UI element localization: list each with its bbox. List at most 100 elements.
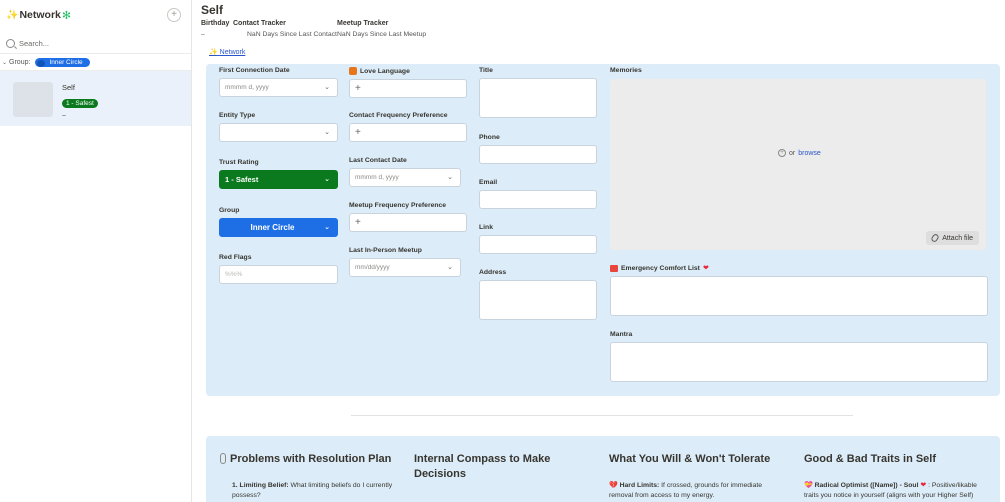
field-emergency-comfort: Emergency Comfort List ❤ [610,264,988,316]
meetup-frequency-add[interactable]: + [349,213,467,232]
field-label-text: Love Language [360,67,410,75]
sos-icon [610,264,618,272]
field-label: Last Contact Date [349,157,407,164]
field-label: Title [479,67,493,74]
callout-problems: Problems with Resolution Plan 1. Limitin… [220,452,400,500]
network-link[interactable]: ✨ Network [209,48,245,56]
list-item[interactable]: Self 1 - Safest – [0,71,191,126]
love-language-icon [349,67,357,75]
chevron-down-icon: ⌄ [324,176,330,183]
sidebar-header: ✨ Network ✻ [0,0,191,30]
properties-panel: First Connection Date mmmm d, yyyy ⌄ Ent… [206,64,1000,396]
select-value: Inner Circle [250,223,295,232]
input-placeholder: %%% [225,271,243,278]
search-icon [6,39,15,48]
field-last-meetup: Last In-Person Meetup mm/dd/yyyy ⌄ [349,247,461,277]
field-contact-frequency: Contact Frequency Preference + [349,112,467,142]
browse-link[interactable]: browse [798,150,821,157]
memories-dropzone[interactable]: + or browse Attach file [610,79,986,250]
sparkles-icon: ✨ [209,49,218,56]
heart-icon: 💝 [804,482,813,490]
link-input[interactable] [479,235,597,254]
field-love-language: Love Language + [349,67,467,98]
field-label: Meetup Frequency Preference [349,202,447,209]
field-label: Mantra [610,331,633,338]
network-link-label: Network [219,49,246,56]
avatar [13,82,53,117]
field-label: Email [479,179,498,186]
prop-label: Meetup Tracker [337,20,389,27]
chevron-down-icon: ⌄ [2,60,8,66]
field-address: Address [479,269,597,320]
love-language-add[interactable]: + [349,79,467,98]
last-contact-date-input[interactable]: mmmm d, yyyy ⌄ [349,168,461,187]
field-meetup-frequency: Meetup Frequency Preference + [349,202,467,232]
sidebar-title[interactable]: ✨ Network ✻ [6,9,71,22]
field-memories: Memories [610,67,642,74]
callout-text: 💝 Radical Optimist ([Name]) - Soul ❤ : P… [804,481,989,500]
email-field[interactable] [479,190,597,209]
callout-traits: Good & Bad Traits in Self 💝 Radical Opti… [804,452,989,501]
field-label: Memories [610,67,642,74]
red-flags-input[interactable]: %%% [219,265,338,284]
sidebar: ✨ Network ✻ + ⌄ Group: Inner Circle Self… [0,0,192,502]
prop-value: – [201,31,205,38]
trust-rating-select[interactable]: 1 - Safest ⌄ [219,170,338,189]
field-mantra: Mantra [610,331,988,382]
list-item-meta: – [62,112,66,119]
callout-text: 1. Limiting Belief: What limiting belief… [220,481,400,500]
chevron-down-icon: ⌄ [447,264,453,271]
callout-text-bold: Radical Optimist ([Name]) - Soul [814,482,919,490]
list-item-name: Self [62,83,75,92]
search-bar [0,34,191,54]
field-label: Trust Rating [219,159,259,166]
field-label: Love Language [349,67,467,75]
attach-file-button[interactable]: Attach file [926,231,979,245]
date-placeholder: mmmm d, yyyy [225,84,269,91]
search-input[interactable] [19,39,169,48]
address-input[interactable] [479,280,597,320]
field-label-text: Emergency Comfort List [621,264,700,272]
heart-icon: ❤ [702,265,709,272]
sparkles-icon: ✨ [6,9,19,21]
first-connection-date-input[interactable]: mmmm d, yyyy ⌄ [219,78,338,97]
callout-heading: Problems with Resolution Plan [220,452,400,467]
group-filter-label: Group: [9,59,31,66]
field-last-contact: Last Contact Date mmmm d, yyyy ⌄ [349,157,461,187]
last-meetup-date-input[interactable]: mm/dd/yyyy ⌄ [349,258,461,277]
prop-label: Contact Tracker [233,20,286,27]
properties-row: Birthday – Contact Tracker NaN Days Sinc… [201,20,426,38]
chevron-down-icon: ⌄ [324,129,330,136]
field-phone: Phone [479,134,597,164]
prop-value: NaN Days Since Last Contact [247,31,337,38]
entity-type-select[interactable]: ⌄ [219,123,338,142]
field-label: Group [219,207,240,214]
callout-heading: Good & Bad Traits in Self [804,453,937,465]
heart-icon: 💔 [609,482,618,490]
field-red-flags: Red Flags %%% [219,254,338,284]
callout-heading: What You Will & Won't Tolerate [609,453,771,465]
chevron-down-icon: ⌄ [447,174,453,181]
prop-contact-tracker: Contact Tracker NaN Days Since Last Cont… [233,20,337,38]
contact-frequency-add[interactable]: + [349,123,467,142]
add-circle-icon: + [778,149,786,157]
mantra-input[interactable] [610,342,988,382]
add-button[interactable]: + [167,8,181,22]
date-placeholder: mmmm d, yyyy [355,174,399,181]
title-input[interactable] [479,78,597,118]
field-entity-type: Entity Type ⌄ [219,112,338,142]
clover-icon: ✻ [61,9,72,22]
group-filter[interactable]: ⌄ Group: Inner Circle [0,55,191,71]
main-content: Self Birthday – Contact Tracker NaN Days… [193,0,1005,502]
field-label: Entity Type [219,112,256,119]
prop-label: Birthday [201,20,230,27]
emergency-comfort-input[interactable] [610,276,988,316]
field-label: Last In-Person Meetup [349,247,422,254]
field-label: Phone [479,134,500,141]
group-select[interactable]: Inner Circle ⌄ [219,218,338,237]
chevron-down-icon: ⌄ [324,84,330,91]
field-label: Red Flags [219,254,252,261]
upload-or-text: or [789,149,796,157]
phone-input[interactable] [479,145,597,164]
callout-tolerate: What You Will & Won't Tolerate 💔 Hard Li… [609,452,785,501]
